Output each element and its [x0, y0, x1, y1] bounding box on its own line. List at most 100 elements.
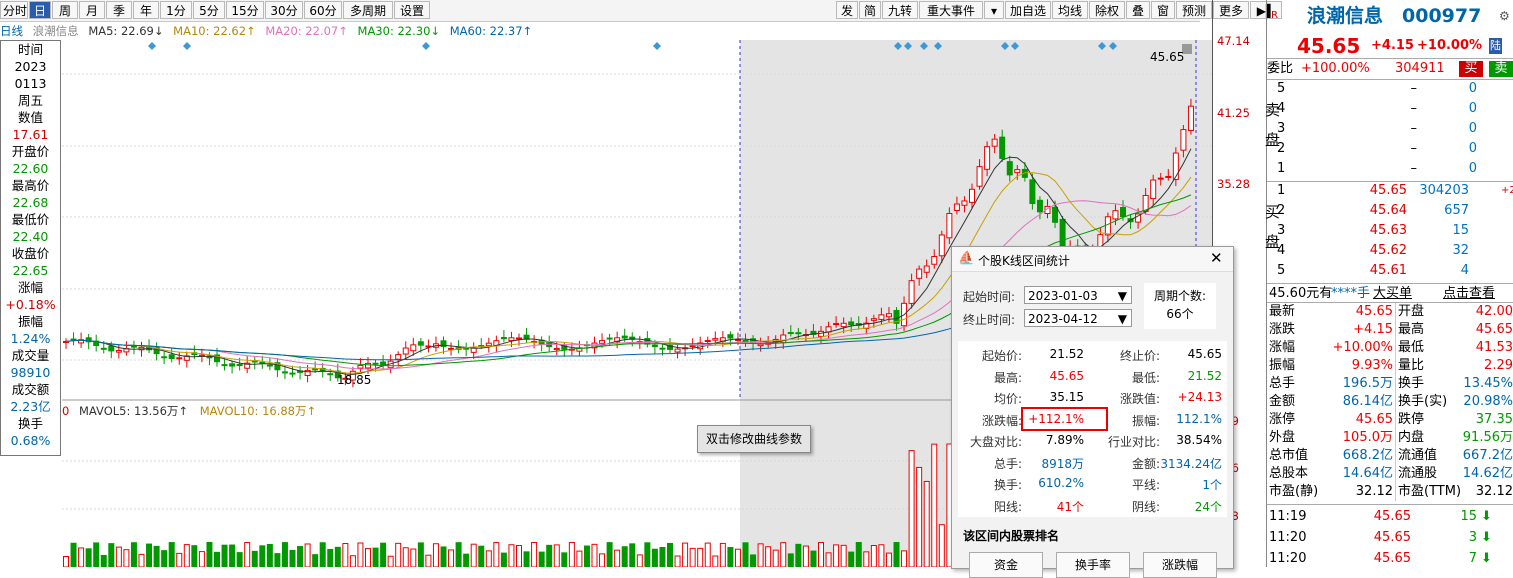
- rank-turnover-button[interactable]: 换手率: [1056, 552, 1130, 578]
- tick-row: 11:19 45.65 15 ⬇: [1267, 507, 1513, 527]
- candle-body: [108, 345, 115, 352]
- toolbar-button-0[interactable]: 发: [836, 1, 858, 19]
- buy-level[interactable]: 2 45.64 657: [1267, 201, 1513, 221]
- toolbar-button-6[interactable]: 均线: [1052, 1, 1088, 19]
- field-value: +10.00%: [1332, 340, 1393, 355]
- toolbar-button-10[interactable]: 预测: [1176, 1, 1212, 19]
- candle-body: [1172, 152, 1179, 180]
- toolbar-button-9[interactable]: 窗: [1151, 1, 1175, 19]
- volume-bar: [908, 450, 915, 567]
- volume-bar: [667, 542, 673, 567]
- buy-level[interactable]: 5 45.61 4: [1267, 261, 1513, 281]
- sell-level[interactable]: 3–0: [1267, 119, 1513, 139]
- period-tab-5[interactable]: 年: [133, 1, 159, 19]
- buy-level[interactable]: 4 45.62 32: [1267, 241, 1513, 261]
- toolbar-button-5[interactable]: 加自选: [1005, 1, 1051, 19]
- stat-label: 涨跌幅:: [981, 413, 1022, 428]
- period-tab-4[interactable]: 季: [106, 1, 132, 19]
- end-time-select[interactable]: 2023-04-12 ▼: [1024, 309, 1132, 327]
- buy-level[interactable]: 3 45.63 15: [1267, 221, 1513, 241]
- volume-bar: [931, 443, 938, 567]
- close-icon[interactable]: ✕: [1210, 249, 1223, 267]
- period-tab-8[interactable]: 15分: [226, 1, 264, 19]
- sell-level[interactable]: 4–0: [1267, 99, 1513, 119]
- info-row: 2.23亿: [10, 399, 51, 414]
- field-label: 总股本: [1269, 466, 1309, 481]
- volume-bar: [387, 555, 394, 567]
- vol-value: 0: [62, 404, 70, 418]
- candle-body: [259, 361, 266, 364]
- field-value: +4.15: [1353, 322, 1393, 337]
- field-value: 13.45%: [1463, 376, 1513, 391]
- field-label: 开盘: [1395, 303, 1424, 321]
- level-price: 45.65: [1369, 183, 1407, 198]
- period-tab-1[interactable]: 日: [29, 1, 51, 19]
- period-tab-3[interactable]: 月: [79, 1, 105, 19]
- toolbar-button-2[interactable]: 九转: [882, 1, 918, 19]
- volume-bar: [349, 555, 356, 567]
- period-tab-9[interactable]: 30分: [265, 1, 303, 19]
- info-row: 成交额: [11, 382, 50, 397]
- toolbar-button-4[interactable]: ▾: [984, 1, 1004, 19]
- start-time-select[interactable]: 2023-01-03 ▼: [1024, 286, 1132, 304]
- sell-level[interactable]: 5 – 0: [1267, 79, 1513, 99]
- buy-level[interactable]: 1 45.65 304203 +2: [1267, 181, 1513, 201]
- dialog-titlebar[interactable]: ⛵ 个股K线区间统计 ✕: [952, 247, 1233, 272]
- toolbar-button-3[interactable]: 重大事件: [919, 1, 983, 19]
- volume-bar: [682, 542, 689, 567]
- rank-capital-button[interactable]: 资金: [969, 552, 1043, 578]
- period-tab-7[interactable]: 5分: [193, 1, 225, 19]
- field-value: 14.62亿: [1462, 466, 1513, 481]
- candle-body: [795, 332, 802, 335]
- candle-body: [621, 335, 628, 339]
- volume-bar: [357, 542, 364, 567]
- sell-side-label: 盘: [1265, 131, 1281, 149]
- sell-level[interactable]: 2–0: [1267, 139, 1513, 159]
- sell-level[interactable]: 1 – 0: [1267, 159, 1513, 179]
- period-tab-2[interactable]: 周: [52, 1, 78, 19]
- volume-bar: [198, 551, 205, 567]
- highlight-box: [1021, 407, 1108, 431]
- tick-volume: 3: [1468, 530, 1477, 545]
- chevron-down-icon: ▼: [1117, 312, 1127, 326]
- volume-bar: [206, 542, 213, 567]
- field-label: 换手: [1395, 375, 1424, 393]
- candle-body: [70, 338, 77, 341]
- level-num: 1: [1277, 183, 1286, 198]
- period-tab-0[interactable]: 分时: [0, 1, 28, 19]
- period-tab-12[interactable]: 设置: [394, 1, 430, 19]
- volume-bar: [327, 548, 334, 567]
- period-tab-11[interactable]: 多周期: [343, 1, 393, 19]
- toolbar-button-8[interactable]: 叠: [1126, 1, 1150, 19]
- level-volume: 0: [1468, 141, 1477, 156]
- level-volume: 4: [1460, 263, 1469, 278]
- price-row: 45.65 +4.15 +10.00% 陆: [1267, 34, 1513, 58]
- info-row: 数值: [17, 110, 43, 125]
- candle-body: [312, 368, 319, 371]
- stat-label: 终止价:: [1119, 349, 1160, 363]
- period-count-box: 周期个数: 66个: [1144, 283, 1216, 329]
- period-tab-10[interactable]: 60分: [304, 1, 342, 19]
- stat-label: 金额:: [1131, 456, 1160, 471]
- candle-body: [999, 136, 1006, 159]
- toolbar-button-7[interactable]: 除权: [1089, 1, 1125, 19]
- stat-value: +24.13: [1177, 390, 1222, 404]
- candle-body: [885, 313, 892, 318]
- sell-button[interactable]: 卖: [1489, 61, 1513, 77]
- ticker-view-link[interactable]: 点击查看: [1443, 284, 1495, 304]
- buy-button[interactable]: 买: [1459, 61, 1483, 77]
- field-value: 41.53: [1475, 340, 1513, 355]
- ma-legend[interactable]: 日线 浪潮信息 MA5: 22.69↓ MA10: 22.62↑ MA20: 2…: [0, 22, 1210, 40]
- period-tab-6[interactable]: 1分: [160, 1, 192, 19]
- volume-bar: [425, 554, 432, 567]
- settings-icon[interactable]: ⚙: [1499, 3, 1510, 29]
- rank-change-button[interactable]: 涨跌幅: [1143, 552, 1217, 578]
- volume-bar: [395, 542, 402, 567]
- volume-bar: [334, 546, 341, 567]
- stat-value: 41个: [1056, 499, 1084, 514]
- volume-bar: [191, 545, 198, 567]
- candle-body: [380, 361, 387, 366]
- candle-body: [599, 340, 606, 344]
- big-order-ticker[interactable]: 45.60元有 ****手 大买单 点击查看: [1267, 283, 1513, 304]
- toolbar-button-1[interactable]: 简: [859, 1, 881, 19]
